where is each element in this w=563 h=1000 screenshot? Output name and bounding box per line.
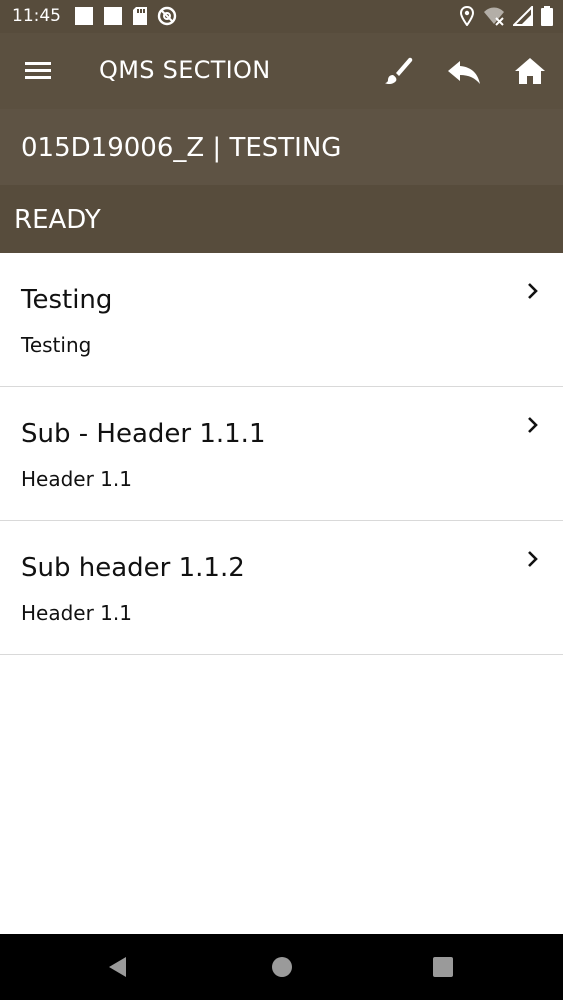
signal-icon	[513, 6, 533, 26]
chevron-right-icon	[528, 417, 538, 433]
recents-square-icon	[433, 957, 453, 977]
item-header-text: 015D19006_Z | TESTING	[21, 133, 342, 163]
back-icon	[109, 957, 126, 977]
status-bar: 11:45	[0, 0, 563, 33]
menu-icon	[25, 62, 51, 79]
list-item[interactable]: Testing Testing	[0, 253, 563, 387]
battery-icon	[541, 6, 553, 26]
page-title: QMS SECTION	[99, 56, 271, 84]
home-icon	[515, 58, 545, 84]
brush-button[interactable]	[380, 53, 416, 89]
state-text: READY	[14, 205, 101, 235]
list-item-subtitle: Header 1.1	[21, 467, 132, 491]
section-list: Testing Testing Sub - Header 1.1.1 Heade…	[0, 253, 563, 655]
list-item-title: Sub - Header 1.1.1	[21, 419, 266, 449]
square-notification-icon	[104, 7, 122, 25]
sd-card-icon	[133, 7, 147, 25]
vpn-block-icon	[157, 6, 177, 26]
navigation-bar	[0, 934, 563, 1000]
list-item-title: Testing	[21, 285, 113, 315]
home-circle-icon	[272, 957, 292, 977]
list-item[interactable]: Sub - Header 1.1.1 Header 1.1	[0, 387, 563, 521]
reply-button[interactable]	[446, 53, 482, 89]
chevron-right-icon	[528, 283, 538, 299]
location-pin-icon	[459, 6, 475, 26]
brush-icon	[385, 57, 413, 85]
list-item-subtitle: Header 1.1	[21, 601, 132, 625]
status-time: 11:45	[12, 6, 61, 26]
state-bar: READY	[0, 185, 563, 253]
recents-button[interactable]	[430, 954, 456, 980]
list-item-title: Sub header 1.1.2	[21, 553, 245, 583]
back-button[interactable]	[105, 954, 131, 980]
status-left-icons	[74, 6, 177, 26]
reply-icon	[448, 61, 480, 84]
wifi-off-icon	[484, 7, 504, 26]
app-toolbar: QMS SECTION	[0, 33, 563, 109]
home-nav-button[interactable]	[269, 954, 295, 980]
list-item-subtitle: Testing	[21, 333, 92, 357]
item-header: 015D19006_Z | TESTING	[0, 109, 563, 185]
square-notification-icon	[75, 7, 93, 25]
home-button[interactable]	[512, 53, 548, 89]
chevron-right-icon	[528, 551, 538, 567]
status-right-icons	[459, 6, 553, 26]
list-item[interactable]: Sub header 1.1.2 Header 1.1	[0, 521, 563, 655]
menu-button[interactable]	[20, 55, 56, 87]
